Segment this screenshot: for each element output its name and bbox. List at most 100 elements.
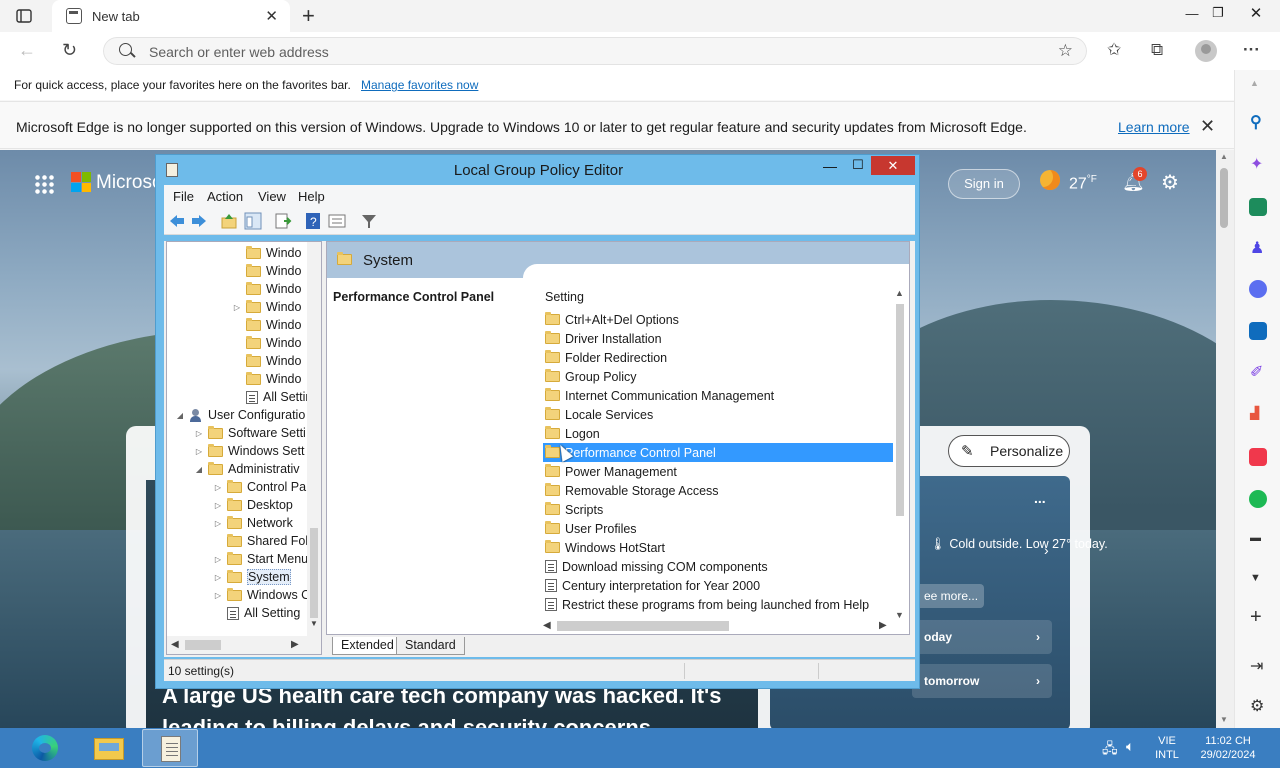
scrollbar-thumb[interactable] [896, 304, 904, 516]
minimize-button[interactable]: — [1182, 2, 1202, 24]
expand-toggle-icon[interactable]: ▷ [213, 555, 223, 564]
tools-icon[interactable]: ▟ [1250, 406, 1259, 420]
tree-vertical-scrollbar[interactable]: ▼ [307, 242, 321, 636]
settings-vertical-scrollbar[interactable]: ▲ ▼ [893, 288, 907, 620]
tree-item[interactable]: Shared Fol [213, 532, 308, 550]
tree-item[interactable]: ▷ Control Pa [213, 478, 306, 496]
sidebar-settings-gear-icon[interactable]: ⚙ [1250, 696, 1264, 716]
weather-card-menu-icon[interactable]: ... [1034, 490, 1046, 506]
menu-file[interactable]: File [173, 189, 194, 204]
close-window-button[interactable]: ✕ [1235, 2, 1277, 24]
close-infobar-icon[interactable]: ✕ [1200, 116, 1215, 137]
tree-item[interactable]: ◢ User Configuratio [175, 406, 305, 424]
tree-item[interactable]: ▷ System [213, 568, 291, 586]
forward-arrow-icon[interactable] [190, 212, 208, 230]
refresh-button[interactable]: ↻ [62, 40, 77, 61]
menu-help[interactable]: Help [298, 189, 325, 204]
settings-horizontal-scrollbar[interactable]: ◀ ▶ [541, 618, 895, 634]
manage-favorites-link[interactable]: Manage favorites now [361, 78, 478, 92]
tree-item[interactable]: Windo [232, 352, 301, 370]
restore-button[interactable]: ❐ [1208, 2, 1228, 24]
tree-item[interactable]: ▷ Start Menu [213, 550, 308, 568]
spotify-icon[interactable] [1249, 490, 1267, 508]
taskbar-explorer-button[interactable] [80, 729, 136, 767]
tree-item[interactable]: ▷ Network [213, 514, 293, 532]
shopping-icon[interactable] [1249, 198, 1267, 216]
tree-item[interactable]: ◢ Administrativ [194, 460, 300, 478]
tree-item[interactable]: Windo [232, 262, 301, 280]
tree-item[interactable]: ▷ Software Setti [194, 424, 306, 442]
expand-toggle-icon[interactable]: ◢ [175, 411, 185, 420]
settings-folder-row[interactable]: User Profiles [543, 519, 893, 538]
tree-item[interactable]: Windo [232, 370, 301, 388]
settings-folder-row[interactable]: Folder Redirection [543, 348, 893, 367]
chevron-down-icon[interactable]: ▼ [1250, 572, 1261, 584]
expand-toggle-icon[interactable]: ▷ [213, 501, 223, 510]
collections-icon[interactable]: ⧉ [1151, 40, 1163, 60]
expand-toggle-icon[interactable]: ▷ [213, 573, 223, 582]
scrollbar-thumb[interactable] [185, 640, 221, 650]
more-options-icon[interactable]: ··· [1243, 40, 1260, 60]
tree-item[interactable]: ▷ Desktop [213, 496, 293, 514]
temperature[interactable]: 27°F [1069, 174, 1097, 193]
expand-toggle-icon[interactable]: ▷ [194, 429, 204, 438]
console-tree[interactable]: Windo Windo Windo ▷ Windo Windo Windo Windo Wind… [166, 241, 322, 655]
menu-view[interactable]: View [258, 189, 286, 204]
add-sidebar-app-icon[interactable]: + [1250, 606, 1262, 629]
moon-weather-icon[interactable] [1040, 170, 1060, 190]
music-icon[interactable] [1249, 448, 1267, 466]
settings-folder-row[interactable]: Removable Storage Access [543, 481, 893, 500]
outlook-icon[interactable] [1249, 322, 1267, 340]
profile-avatar[interactable] [1195, 40, 1217, 62]
page-scrollbar[interactable]: ▲ ▼ [1216, 150, 1234, 728]
help-icon[interactable]: ? [304, 212, 322, 230]
favorites-icon[interactable]: ✩ [1107, 40, 1121, 60]
tree-item[interactable]: Windo [232, 244, 301, 262]
up-one-level-icon[interactable] [220, 212, 238, 230]
expand-toggle-icon[interactable]: ▷ [213, 519, 223, 528]
settings-folder-row[interactable]: Driver Installation [543, 329, 893, 348]
window-title-bar[interactable]: Local Group Policy Editor — ☐ ✕ [156, 155, 921, 185]
taskbar-edge-button[interactable] [16, 729, 72, 767]
tree-item[interactable]: All Setting [213, 604, 300, 622]
media-icon[interactable]: ▬ [1250, 532, 1261, 544]
settings-folder-row[interactable]: Logon [543, 424, 893, 443]
personalize-button[interactable]: ✎ Personalize [948, 435, 1070, 467]
close-tab-icon[interactable]: ✕ [265, 7, 278, 25]
scrollbar-thumb[interactable] [557, 621, 729, 631]
scrollbar-thumb[interactable] [310, 528, 318, 618]
scroll-right-icon[interactable]: ▶ [879, 620, 887, 631]
expand-toggle-icon[interactable]: ▷ [194, 447, 204, 456]
settings-folder-row[interactable]: Group Policy [543, 367, 893, 386]
settings-folder-row[interactable]: Performance Control Panel [543, 443, 893, 462]
hide-sidebar-icon[interactable]: ⇥ [1250, 656, 1263, 676]
expand-toggle-icon[interactable]: ▷ [213, 483, 223, 492]
settings-folder-row[interactable]: Ctrl+Alt+Del Options [543, 310, 893, 329]
tree-item[interactable]: ▷ Windows Sett [194, 442, 304, 460]
games-icon[interactable]: ♟ [1250, 238, 1264, 258]
tree-item[interactable]: ▷ Windows C [213, 586, 310, 604]
policy-setting-row[interactable]: Century interpretation for Year 2000 [543, 576, 893, 595]
designer-icon[interactable]: ✐ [1250, 362, 1263, 382]
scroll-up-icon[interactable]: ▲ [1220, 152, 1228, 161]
settings-folder-row[interactable]: Internet Communication Management [543, 386, 893, 405]
filter-icon[interactable] [360, 212, 378, 230]
forecast-today-row[interactable]: oday › [912, 620, 1052, 654]
settings-folder-row[interactable]: Windows HotStart [543, 538, 893, 557]
forecast-tomorrow-row[interactable]: tomorrow › [912, 664, 1052, 698]
scroll-left-icon[interactable]: ◀ [171, 639, 179, 650]
clock[interactable]: 11:02 CH 29/02/2024 [1192, 734, 1264, 768]
policy-setting-row[interactable]: Download missing COM components [543, 557, 893, 576]
scroll-down-icon[interactable]: ▼ [310, 619, 318, 628]
tree-item[interactable]: ▷ Windo [232, 298, 301, 316]
learn-more-link[interactable]: Learn more [1118, 119, 1190, 135]
taskbar-gpedit-button[interactable] [142, 729, 198, 767]
chevron-right-icon[interactable]: › [1044, 542, 1049, 558]
tree-item[interactable]: Windo [232, 316, 301, 334]
back-button[interactable]: ← [18, 40, 36, 61]
volume-icon[interactable]: 🔈︎ [1126, 738, 1134, 768]
expand-toggle-icon[interactable]: ◢ [194, 465, 204, 474]
tree-horizontal-scrollbar[interactable]: ◀ ▶ [167, 636, 321, 654]
maximize-button[interactable]: ☐ [848, 157, 868, 177]
network-icon[interactable]: 🖧︎ [1102, 738, 1118, 768]
